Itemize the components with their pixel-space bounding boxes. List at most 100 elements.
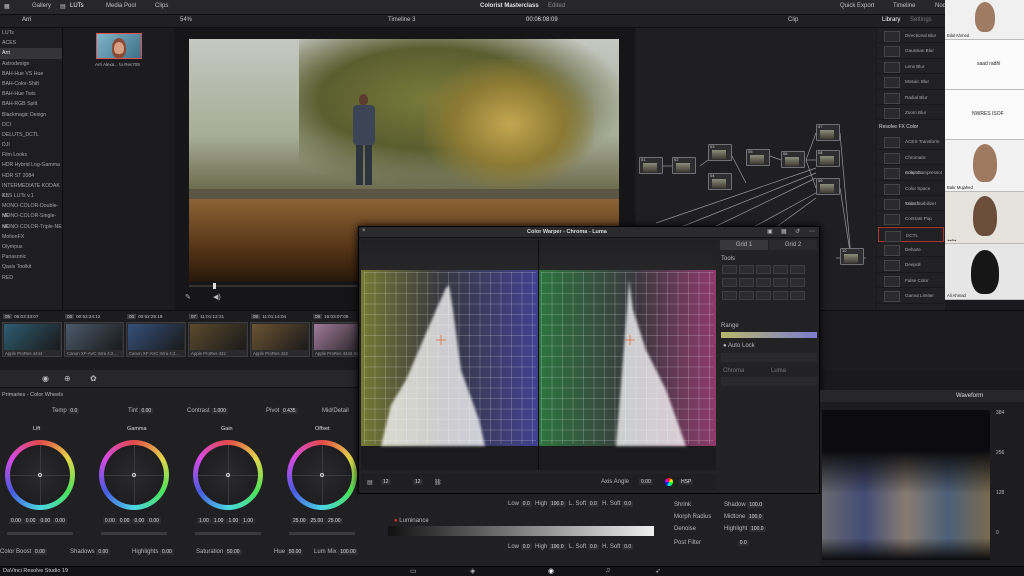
spread-tool[interactable] <box>773 291 788 300</box>
library-item[interactable]: Color Stabilizer <box>878 196 944 212</box>
wheel-value[interactable]: 0.00 <box>38 518 53 524</box>
lut-item[interactable]: MONO-COLOR-Double-NE <box>0 201 62 219</box>
wheel-value[interactable]: 0.00 <box>117 518 132 524</box>
node-04[interactable]: 04 <box>708 173 732 190</box>
timeline-clip[interactable]: 07 11:01:12:21 Apple ProRes 422 <box>188 314 248 357</box>
library-item[interactable]: False Color <box>878 273 944 289</box>
denoise-control[interactable]: Denoise <box>674 526 696 532</box>
wheel-value[interactable]: 0.00 <box>53 518 67 524</box>
library-item[interactable]: Gamut Limiter <box>878 288 944 304</box>
grid-icon[interactable]: ▦ <box>781 228 787 235</box>
lut-item[interactable]: MONO-COLOR-Triple-NE <box>0 222 62 232</box>
converge-tool[interactable] <box>756 291 771 300</box>
reset-points-tool[interactable] <box>790 291 805 300</box>
library-item[interactable]: Mosaic Blur <box>878 74 944 90</box>
hue-control[interactable]: Hue 50.00 <box>274 549 304 555</box>
rotate-tool[interactable] <box>756 278 771 287</box>
post-filter-control[interactable]: Post Filter 0.0 <box>674 540 749 546</box>
settings-tab[interactable]: Settings <box>910 17 932 23</box>
clear-tool[interactable] <box>790 278 805 287</box>
node-02[interactable]: 02 <box>672 157 696 174</box>
library-item[interactable]: Radial Blur <box>878 90 944 105</box>
wheel-value[interactable]: 0.00 <box>147 518 161 524</box>
color-wheel-lift[interactable] <box>5 440 75 510</box>
media-pool-tab[interactable]: Media Pool <box>106 3 136 9</box>
scope-title[interactable]: Waveform <box>956 393 983 399</box>
gallery-icon[interactable]: ▦ <box>4 3 10 10</box>
node-07[interactable]: 07 <box>816 124 840 141</box>
node-09[interactable]: 09 <box>816 178 840 195</box>
node-06[interactable]: 06 <box>781 151 805 168</box>
timeline-button[interactable]: Timeline <box>893 3 915 9</box>
select-tool[interactable] <box>722 265 737 274</box>
library-item[interactable]: Directional Blur <box>878 28 944 44</box>
library-item[interactable]: ACES Transform <box>878 134 944 150</box>
wheel-value[interactable]: 1.00 <box>211 518 226 524</box>
hdr-icon[interactable]: ✿ <box>90 374 97 383</box>
lut-item[interactable]: RED <box>0 273 62 283</box>
invert-tool[interactable] <box>773 278 788 287</box>
grid-icon-small[interactable]: ▤ <box>367 479 373 486</box>
library-item[interactable]: Zoom Blur <box>878 105 944 121</box>
color-page-icon[interactable]: ◉ <box>548 567 554 575</box>
lut-item[interactable]: Astrodesign <box>0 59 62 69</box>
node-01[interactable]: 01 <box>639 157 663 174</box>
lut-item[interactable]: Film Looks <box>0 150 62 160</box>
range-slider[interactable] <box>721 332 817 338</box>
lut-thumbnail[interactable] <box>96 33 142 59</box>
lut-item[interactable]: Olympus <box>0 242 62 252</box>
library-item[interactable]: Contrast Pop <box>878 211 944 227</box>
lut-item[interactable]: Panasonic <box>0 252 62 262</box>
wheel-master-slider[interactable] <box>289 532 355 535</box>
arrow-dl-tool[interactable] <box>722 291 737 300</box>
wheel-master-slider[interactable] <box>195 532 261 535</box>
highlight-control[interactable]: Highlight 100.0 <box>724 526 766 532</box>
resolution-select-1[interactable]: 12 <box>381 479 391 485</box>
lut-item[interactable]: MotionFX <box>0 232 62 242</box>
library-tab[interactable]: Library <box>882 17 900 23</box>
axis-angle-value[interactable]: 0.00 <box>639 479 653 485</box>
wheel-master-slider[interactable] <box>101 532 167 535</box>
library-item[interactable]: Dehaze <box>878 242 944 258</box>
expand-tool[interactable] <box>773 265 788 274</box>
lut-item[interactable]: HDR ST 2084 <box>0 171 62 181</box>
color-match-icon[interactable]: ⊕ <box>64 374 71 383</box>
wheel-value[interactable]: 25.00 <box>291 518 308 524</box>
node-08[interactable]: 08 <box>816 150 840 167</box>
luminance-range-bar[interactable] <box>388 526 654 536</box>
library-item[interactable]: Color Space Transf... <box>878 181 944 206</box>
arrow-dr-tool[interactable] <box>739 291 754 300</box>
pivot-control[interactable]: Pivot 0.435 <box>266 408 298 414</box>
library-item[interactable]: Color Compressor <box>878 165 944 181</box>
timeline-clip[interactable]: 06 00:52:24:12 Canon XF-AVC Intra 4:2... <box>64 314 124 357</box>
node-03[interactable]: 03 <box>708 144 732 161</box>
wheel-value[interactable]: 0.00 <box>103 518 117 524</box>
deliver-page-icon[interactable]: ➶ <box>655 567 661 575</box>
link-icon[interactable]: ⛓ <box>434 479 442 486</box>
fullscreen-icon[interactable]: ▣ <box>767 228 773 235</box>
wheel-value[interactable]: 1.00 <box>241 518 255 524</box>
lut-item[interactable]: KBS LUTs v.1 <box>0 191 62 201</box>
lut-item[interactable]: LUTs <box>0 28 62 38</box>
zoom-level[interactable]: 54% <box>180 17 192 23</box>
sample-tool[interactable] <box>756 265 771 274</box>
library-item[interactable]: Gaussian Blur <box>878 43 944 59</box>
library-item[interactable]: Chromatic Adaptat... <box>878 150 944 175</box>
morph-radius-control[interactable]: Morph Radius <box>674 514 711 520</box>
gallery-tab[interactable]: Gallery <box>32 3 51 9</box>
wheel-value[interactable]: 0.00 <box>9 518 23 524</box>
lut-item[interactable]: HDR Hybrid Log-Gamma <box>0 160 62 170</box>
highlights-control[interactable]: Highlights 0.00 <box>132 549 174 555</box>
audio-icon[interactable]: ◀) <box>213 293 221 301</box>
node-10[interactable]: 10 <box>840 248 864 265</box>
color-boost-control[interactable]: Color Boost 0.00 <box>0 549 47 555</box>
lut-item[interactable]: DCI <box>0 120 62 130</box>
grid2-tab[interactable]: Grid 2 <box>769 240 817 250</box>
color-wheel-gain[interactable] <box>193 440 263 510</box>
resolution-select-2[interactable]: 12 <box>413 479 423 485</box>
wheel-value[interactable]: 0.00 <box>23 518 38 524</box>
wheel-value[interactable]: 0.00 <box>132 518 147 524</box>
chroma-luma-tools[interactable] <box>721 377 817 386</box>
eyedropper-icon[interactable]: ✎ <box>185 293 191 301</box>
camera-raw-icon[interactable]: ◉ <box>42 374 49 383</box>
